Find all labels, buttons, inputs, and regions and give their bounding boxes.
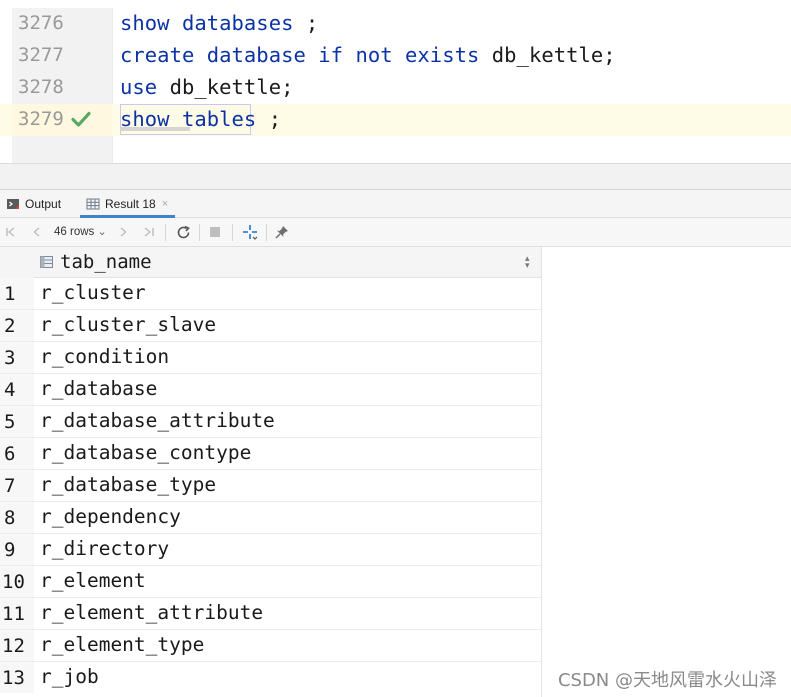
sort-icon[interactable]: ▴ ▾ (525, 254, 530, 270)
grid-header: tab_name ▴ ▾ (0, 247, 542, 278)
table-row[interactable]: 3 r_condition (0, 342, 542, 374)
last-page-icon[interactable] (141, 223, 157, 241)
sql-rest: db_kettle; (479, 43, 616, 67)
editor-line-3277[interactable]: 3277 create database if not exists db_ke… (0, 40, 791, 72)
close-tab-icon[interactable]: × (162, 198, 168, 210)
table-cell[interactable]: r_condition (40, 345, 169, 368)
table-row[interactable]: 6 r_database_contype (0, 438, 542, 470)
sql-rest: ; (293, 11, 319, 35)
compare-transpose-icon[interactable] (240, 223, 260, 241)
table-cell[interactable]: r_cluster_slave (40, 313, 216, 336)
row-number: 3 (0, 342, 34, 373)
toolbar-separator (199, 224, 200, 241)
sql-keyword: create database if not exists (120, 43, 480, 67)
table-cell[interactable]: r_element_attribute (40, 601, 263, 624)
column-icon (40, 256, 53, 268)
table-row[interactable]: 8 r_dependency (0, 502, 542, 534)
line-number: 3277 (18, 44, 64, 66)
line-number: 3276 (18, 12, 64, 34)
tab-result-label: Result 18 (105, 196, 156, 211)
row-number: 8 (0, 502, 34, 533)
sql-keyword: show databases (120, 11, 294, 35)
table-cell[interactable]: r_database_attribute (40, 409, 275, 432)
table-cell[interactable]: r_database_type (40, 473, 216, 496)
editor-line-3279-current[interactable]: 3279 show tables ; (0, 104, 791, 136)
toolbar-separator (232, 224, 233, 241)
tab-output-label: Output (25, 196, 62, 211)
row-number: 7 (0, 470, 34, 501)
row-number: 9 (0, 534, 34, 565)
execution-success-check-icon (71, 111, 91, 127)
panel-splitter[interactable] (0, 163, 791, 190)
table-row[interactable]: 11 r_element_attribute (0, 598, 542, 630)
table-grid-icon (86, 198, 100, 209)
rows-count-label: 46 rows (54, 226, 95, 238)
table-row[interactable]: 10 r_element (0, 566, 542, 598)
tab-result-18[interactable]: Result 18 × (80, 190, 175, 218)
table-row[interactable]: 5 r_database_attribute (0, 406, 542, 438)
table-cell[interactable]: r_database (40, 377, 157, 400)
console-output-icon (7, 198, 19, 209)
table-cell[interactable]: r_element (40, 569, 146, 592)
chevron-down-icon: ⌄ (97, 226, 107, 238)
row-number: 12 (0, 630, 34, 661)
rows-count-dropdown[interactable]: 46 rows ⌄ (54, 225, 107, 238)
refresh-icon[interactable] (174, 223, 192, 241)
sql-keyword: use (120, 75, 158, 99)
table-row[interactable]: 1 r_cluster (0, 278, 542, 310)
code-text[interactable]: use db_kettle; (120, 75, 294, 99)
table-row[interactable]: 2 r_cluster_slave (0, 310, 542, 342)
tab-output[interactable]: Output (6, 190, 61, 217)
row-number: 1 (0, 278, 34, 309)
toolbar-separator (165, 224, 166, 241)
results-toolbar: 46 rows ⌄ (0, 218, 791, 247)
row-number: 4 (0, 374, 34, 405)
pin-icon[interactable] (274, 223, 290, 241)
row-number: 11 (0, 598, 34, 629)
next-page-icon[interactable] (116, 223, 130, 241)
table-cell[interactable]: r_cluster (40, 281, 146, 304)
sql-rest: ; (256, 107, 282, 131)
table-cell[interactable]: r_job (40, 665, 99, 688)
table-cell[interactable]: r_directory (40, 537, 169, 560)
table-row[interactable]: 12 r_element_type (0, 630, 542, 662)
editor-line-3278[interactable]: 3278 use db_kettle; (0, 72, 791, 104)
row-number: 2 (0, 310, 34, 341)
table-row[interactable]: 9 r_directory (0, 534, 542, 566)
sql-editor[interactable]: 3276 show databases ; 3277 create databa… (0, 0, 791, 163)
grid-right-border (541, 247, 542, 697)
row-number: 6 (0, 438, 34, 469)
table-row[interactable]: 13 r_job (0, 662, 542, 694)
toolbar-separator (266, 224, 267, 241)
column-header-tab-name[interactable]: tab_name (60, 251, 152, 273)
sql-rest: db_kettle; (157, 75, 294, 99)
previous-page-icon[interactable] (30, 223, 44, 241)
table-cell[interactable]: r_element_type (40, 633, 204, 656)
code-text[interactable]: show databases ; (120, 11, 318, 35)
row-number: 5 (0, 406, 34, 437)
line-number: 3279 (18, 108, 64, 130)
grid-corner[interactable] (0, 247, 34, 278)
table-row[interactable]: 7 r_database_type (0, 470, 542, 502)
code-text[interactable]: create database if not exists db_kettle; (120, 43, 616, 67)
table-cell[interactable]: r_database_contype (40, 441, 251, 464)
watermark: CSDN @天地风雷水火山泽 (557, 670, 777, 691)
row-number: 13 (0, 662, 34, 693)
editor-line-3276[interactable]: 3276 show databases ; (0, 8, 791, 40)
table-cell[interactable]: r_dependency (40, 505, 181, 528)
first-page-icon[interactable] (4, 223, 18, 241)
table-row[interactable]: 4 r_database (0, 374, 542, 406)
stop-icon[interactable] (207, 223, 223, 241)
line-number: 3278 (18, 76, 64, 98)
row-number: 10 (0, 566, 34, 597)
inspection-underline (120, 127, 190, 131)
results-tab-bar: Output Result 18 × (0, 190, 791, 218)
